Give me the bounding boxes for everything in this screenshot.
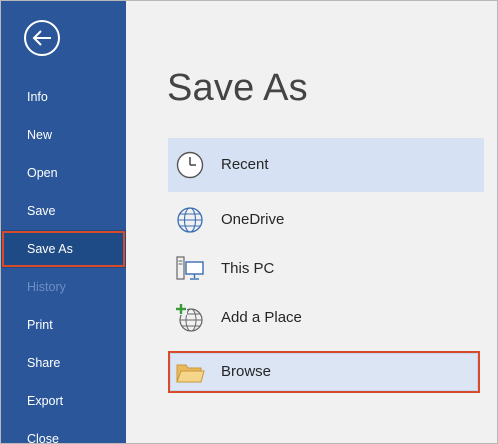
folder-icon	[176, 364, 205, 383]
nav-save-as[interactable]: Save As	[1, 230, 126, 268]
clock-icon	[176, 151, 204, 179]
location-label: Recent	[221, 156, 269, 173]
nav-close[interactable]: Close	[1, 420, 126, 443]
nav-save[interactable]: Save	[1, 192, 126, 230]
nav-new[interactable]: New	[1, 116, 126, 154]
location-label: This PC	[221, 260, 275, 277]
location-label: Add a Place	[221, 309, 302, 326]
computer-icon	[176, 256, 204, 280]
save-as-panel: Save As Recent OneDrive This PC Add a Pl…	[126, 1, 497, 443]
nav-open[interactable]: Open	[1, 154, 126, 192]
location-browse[interactable]: Browse	[168, 351, 480, 393]
nav-export[interactable]: Export	[1, 382, 126, 420]
location-label: OneDrive	[221, 211, 285, 228]
location-this-pc[interactable]: This PC	[168, 242, 484, 296]
location-onedrive[interactable]: OneDrive	[168, 193, 484, 247]
nav-print[interactable]: Print	[1, 306, 126, 344]
backstage-window: Info New Open Save Save As History Print…	[0, 0, 498, 444]
nav-share[interactable]: Share	[1, 344, 126, 382]
add-place-icon	[175, 303, 203, 332]
back-button[interactable]	[24, 20, 60, 56]
nav-info[interactable]: Info	[1, 78, 126, 116]
location-recent[interactable]: Recent	[168, 138, 484, 192]
location-label: Browse	[221, 363, 272, 380]
nav-history: History	[27, 280, 66, 294]
back-arrow-icon	[32, 30, 51, 46]
page-title: Save As	[167, 67, 308, 109]
globe-icon	[177, 207, 203, 233]
location-add-a-place[interactable]: Add a Place	[168, 291, 484, 345]
backstage-sidebar: Info New Open Save Save As History Print…	[1, 1, 126, 443]
